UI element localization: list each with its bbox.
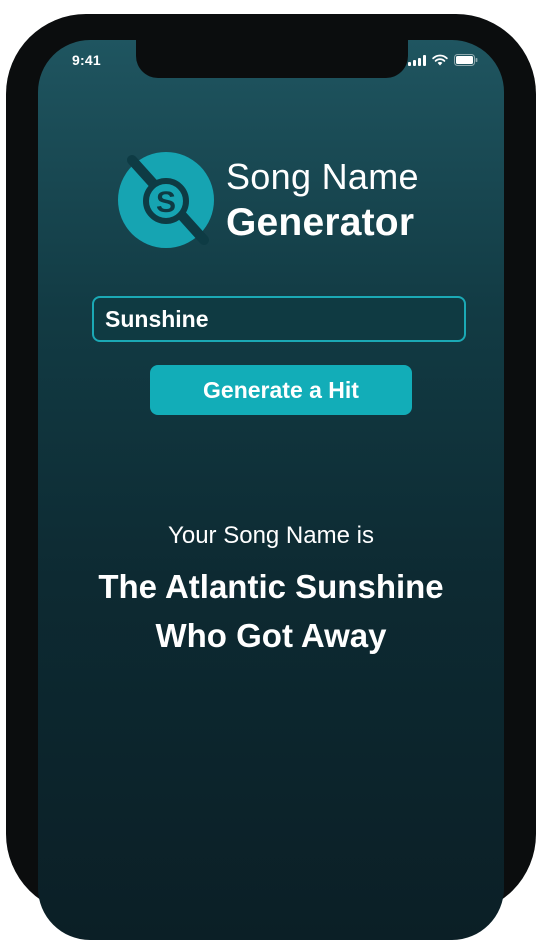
phone-frame: 9:41 S Song Name Generator Sunshine Gene…	[6, 14, 536, 940]
app-logo: S Song Name Generator	[118, 152, 419, 248]
song-name-line1: The Atlantic Sunshine	[98, 568, 444, 605]
logo-badge-icon: S	[118, 152, 214, 248]
song-keyword-input[interactable]	[92, 296, 466, 342]
logo-title: Song Name Generator	[226, 155, 419, 244]
signal-icon	[408, 54, 426, 66]
result-label: Your Song Name is	[168, 522, 374, 549]
logo-title-line1: Song Name	[226, 155, 419, 197]
logo-title-line2: Generator	[226, 200, 415, 244]
app-screen: 9:41 S Song Name Generator Sunshine Gene…	[38, 40, 504, 940]
song-name-result: The Atlantic Sunshine Who Got Away	[38, 562, 504, 660]
wifi-icon	[432, 54, 448, 66]
status-time: 9:41	[72, 52, 101, 68]
battery-icon	[454, 54, 478, 66]
song-name-line2: Who Got Away	[155, 617, 387, 654]
phone-notch	[136, 40, 408, 78]
status-icons	[408, 54, 478, 66]
svg-text:S: S	[156, 186, 176, 219]
generate-button[interactable]: Generate a Hit	[150, 365, 412, 415]
